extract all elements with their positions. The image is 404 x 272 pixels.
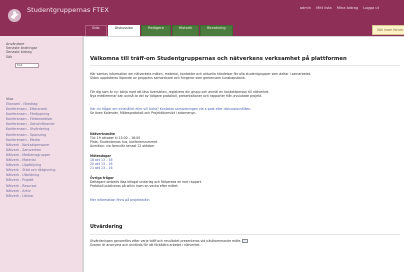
site-header: Studentgruppernas FTEX admin Mitt lista … [0, 0, 404, 36]
page-title: Välkomna till träff-om Studentgruppernas… [90, 56, 347, 62]
app-window: Studentgruppernas FTEX admin Mitt lista … [0, 0, 404, 272]
event-line: Anmälan: via formulär senast 12 oktober [90, 144, 155, 148]
evaluation-line: Svaren är anonyma och används för att fö… [90, 243, 201, 248]
sidebar-item[interactable]: Konferensen - Utvärdering [6, 127, 55, 132]
wiki-link[interactable]: Mer information finns på projektwikin [90, 198, 150, 202]
notes-block: Övriga frågor Deltagare ombeds läsa bifo… [90, 176, 202, 188]
top-links: admin Mitt lista Mina bidrag Logga ut [296, 6, 379, 10]
top-link-list[interactable]: Mitt lista [316, 6, 332, 10]
info-line: Se även Kalender, Mötesprotokoll och Pro… [90, 111, 197, 116]
tab-history[interactable]: Historik [171, 25, 200, 36]
page-tabs: Sida Diskussion Redigera Historik Bevakn… [85, 25, 233, 36]
sidebar-section-heading: Visa [6, 97, 14, 101]
evaluation-paragraph: Utvärderingen genomförs efter varje träf… [90, 239, 249, 248]
tab-discussion[interactable]: Diskussion [107, 25, 141, 36]
info-paragraph: Har du frågor om innehållet eller vill b… [90, 107, 251, 115]
sidebar-nav: Ekonomi - föredrag Konferensen - Eftersn… [6, 102, 55, 199]
section-heading-evaluation: Utvärdering [90, 225, 123, 230]
sidebar-item[interactable]: Nätverk - Länkar [6, 194, 55, 199]
schedule-link[interactable]: 21 okt 13 – 16 [90, 166, 113, 170]
sidebar-search-label: Sök [6, 54, 13, 59]
site-title: Studentgruppernas FTEX [27, 6, 109, 14]
title-divider [90, 65, 400, 66]
event-block: Nätverksmöte Tid: 19 oktober kl 13:00 – … [90, 132, 157, 148]
intro-line: Sidan uppdateras löpande av gruppens sam… [90, 76, 246, 81]
top-link-contributions[interactable]: Mina bidrag [337, 6, 358, 10]
schedule-block: Mötesdagar 18 okt 13 – 16 20 okt 13 – 16… [90, 154, 113, 170]
sidebar-search-input[interactable]: Sök [15, 63, 39, 68]
body-line: Nya medlemmar kan också ta del av tidiga… [90, 94, 263, 99]
tab-edit[interactable]: Redigera [141, 25, 171, 36]
document-icon [242, 239, 249, 243]
sidebar: Användare Senaste ändringar Senaste bidr… [0, 36, 82, 272]
top-link-admin[interactable]: admin [300, 6, 311, 10]
sidebar-top-links: Användare Senaste ändringar Senaste bidr… [6, 42, 37, 59]
section-divider [90, 234, 400, 235]
site-logo-icon [7, 8, 22, 23]
top-link-logout[interactable]: Logga ut [363, 6, 379, 10]
notes-line: Protokoll publiceras på wikin inom en ve… [90, 184, 179, 188]
tab-watch[interactable]: Bevakning [200, 25, 233, 36]
main-content: Välkomna till träff-om Studentgruppernas… [84, 37, 404, 272]
body-paragraph: För dig som är ny: börja med att läsa öv… [90, 90, 269, 98]
header-search-input[interactable]: Sök inom forum [372, 25, 404, 35]
intro-paragraph: Här samlas information om nätverkets möt… [90, 72, 311, 80]
tab-page[interactable]: Sida [85, 25, 107, 36]
